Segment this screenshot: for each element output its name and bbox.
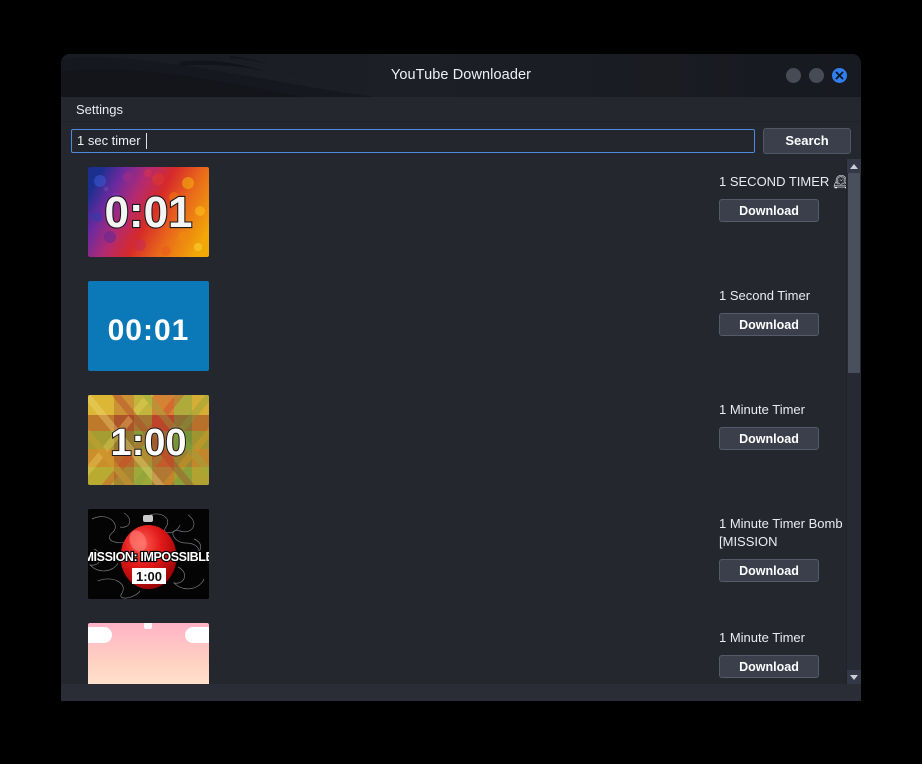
scrollbar-track[interactable] [847,173,861,670]
result-meta: 1 SECOND TIMER 🕰 Download [719,173,846,222]
scroll-up-button[interactable] [847,159,861,173]
download-button[interactable]: Download [719,313,819,336]
thumbnail-mission-impossible-bomb: MISSION: IMPOSSIBLE 1:00 [88,509,209,599]
chevron-down-icon [850,674,858,680]
result-row[interactable]: 00:01 1 Second Timer Download [61,281,846,395]
result-meta: 1 Minute Timer Bomb [MISSION Download [719,515,846,582]
application-window: YouTube Downloader Settings Search [61,54,861,701]
window-controls [786,54,847,97]
result-meta: 1 Minute Timer Download [719,629,846,678]
video-thumbnail[interactable]: 00:01 [88,281,209,371]
minimize-button[interactable] [786,68,801,83]
search-input[interactable] [71,128,755,153]
download-button[interactable]: Download [719,199,819,222]
svg-text:MISSION: IMPOSSIBLE: MISSION: IMPOSSIBLE [88,550,209,564]
close-icon [835,71,844,80]
svg-text:1:00: 1:00 [110,422,186,464]
chevron-up-icon [850,163,858,169]
video-title: 1 Minute Timer [719,402,805,417]
result-row[interactable]: 1:00 1 Minute Timer Download [61,395,846,509]
scroll-down-button[interactable] [847,670,861,684]
menu-bar: Settings [61,97,861,122]
search-input-wrapper [71,128,755,153]
text-caret [146,132,147,149]
window-statusbar [61,684,861,701]
svg-text:00:01: 00:01 [108,314,190,347]
result-meta: 1 Second Timer Download [719,287,846,336]
download-button[interactable]: Download [719,655,819,678]
video-title: 1 SECOND TIMER 🕰 [719,174,846,189]
window-title: YouTube Downloader [390,67,532,83]
thumbnail-pink-cream [88,623,209,684]
svg-text:1:00: 1:00 [136,569,162,584]
window-titlebar[interactable]: YouTube Downloader [61,54,861,97]
video-thumbnail[interactable]: MISSION: IMPOSSIBLE 1:00 [88,509,209,599]
vertical-scrollbar[interactable] [846,159,861,684]
video-thumbnail[interactable]: 1:00 [88,395,209,485]
scrollbar-thumb[interactable] [848,173,860,373]
menu-item-settings[interactable]: Settings [72,101,127,118]
video-title: 1 Second Timer [719,288,811,303]
download-button[interactable]: Download [719,559,819,582]
video-title: 1 Minute Timer Bomb [MISSION [719,516,843,549]
thumbnail-bokeh-rainbow: 0:01 [88,167,209,257]
results-list: 0:01 1 SECOND TIMER 🕰 Download 00:01 1 S… [61,159,846,684]
svg-text:0:01: 0:01 [104,188,192,237]
maximize-button[interactable] [809,68,824,83]
search-button[interactable]: Search [763,127,851,154]
video-thumbnail[interactable] [88,623,209,684]
result-row[interactable]: MISSION: IMPOSSIBLE 1:00 1 Minute Timer … [61,509,846,623]
thumbnail-solid-blue: 00:01 [88,281,209,371]
search-toolbar: Search [61,122,861,159]
thumbnail-plaid-warm: 1:00 [88,395,209,485]
close-button[interactable] [832,68,847,83]
download-button[interactable]: Download [719,427,819,450]
results-area: 0:01 1 SECOND TIMER 🕰 Download 00:01 1 S… [61,159,861,684]
result-row[interactable]: 1 Minute Timer Download [61,623,846,684]
desktop-background: YouTube Downloader Settings Search [0,0,922,764]
result-row[interactable]: 0:01 1 SECOND TIMER 🕰 Download [61,167,846,281]
video-thumbnail[interactable]: 0:01 [88,167,209,257]
video-title: 1 Minute Timer [719,630,805,645]
result-meta: 1 Minute Timer Download [719,401,846,450]
